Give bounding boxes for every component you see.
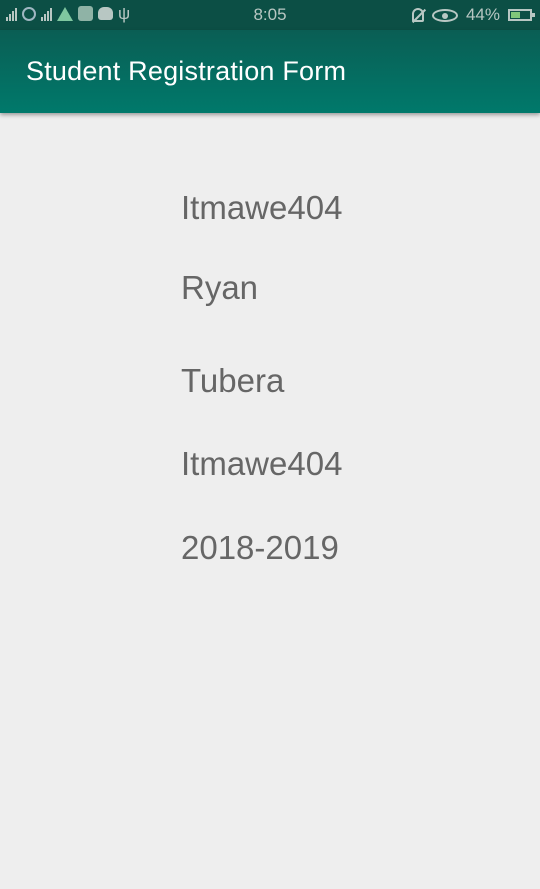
registration-details: Itmawe404 Ryan Tubera Itmawe404 2018-201… [0, 113, 540, 889]
first-name-text: Ryan [181, 269, 259, 306]
status-bar: ψ 8:05 44% [0, 0, 540, 30]
battery-charging-icon [508, 9, 535, 21]
school-year-text: 2018-2019 [181, 529, 339, 566]
battery-percentage: 44% [465, 5, 500, 24]
last-name-text: Tubera [181, 362, 285, 399]
app-title: Student Registration Form [26, 56, 347, 86]
id-number-text: Itmawe404 [181, 445, 343, 482]
status-right-icons: 44% [411, 5, 535, 25]
app-bar: Student Registration Form [0, 30, 540, 113]
username-text: Itmawe404 [181, 189, 343, 226]
muted-bell-icon [411, 8, 424, 22]
eye-icon [431, 8, 458, 22]
